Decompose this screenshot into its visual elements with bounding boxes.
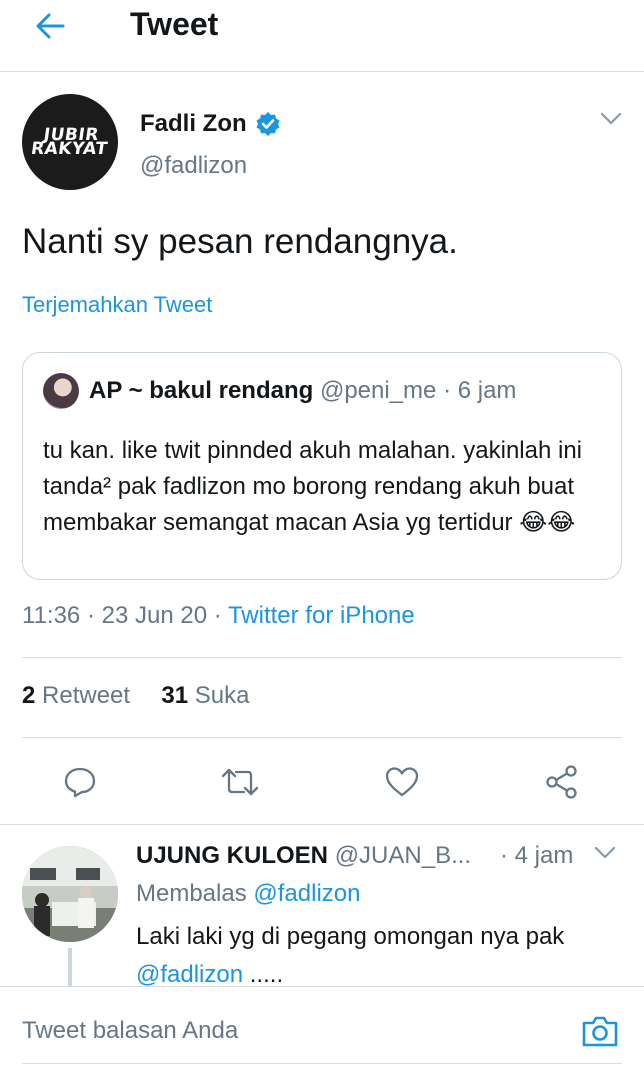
quoted-text: tu kan. like twit pinnded akuh malahan. … [43, 437, 582, 536]
page-title: Tweet [130, 6, 219, 42]
composer-underline [22, 1063, 622, 1064]
quoted-time: · 6 jam [443, 377, 517, 404]
reply-composer: Tweet balasan Anda [0, 986, 644, 1075]
divider [22, 737, 622, 738]
translate-link[interactable]: Terjemahkan Tweet [22, 292, 212, 318]
reply-mention[interactable]: @fadlizon [136, 961, 243, 988]
tweet-stats: 2 Retweet 31 Suka [22, 682, 250, 710]
author-avatar[interactable]: JUBIR RAKYAT [22, 94, 118, 190]
camera-icon [582, 1016, 618, 1047]
reply-menu-button[interactable] [594, 846, 616, 865]
reply-icon [64, 767, 96, 798]
quoted-header: AP ~ bakul rendang @peni_me · 6 jam [89, 377, 516, 405]
author-name: Fadli Zon [140, 110, 247, 137]
retweet-icon [221, 768, 259, 796]
quoted-tweet[interactable]: AP ~ bakul rendang @peni_me · 6 jam tu k… [22, 352, 622, 580]
reply-time: · 4 jam [500, 842, 574, 869]
author-name-row[interactable]: Fadli Zon [140, 110, 281, 138]
back-arrow-icon [36, 13, 65, 39]
tweet-time: 11:36 [22, 602, 81, 629]
divider [22, 657, 622, 658]
like-stat[interactable]: 31 Suka [161, 682, 249, 709]
top-bar: Tweet [0, 0, 644, 72]
replying-to-mention[interactable]: @fadlizon [253, 880, 360, 907]
reply-tweet[interactable]: UJUNG KULOEN @JUAN_B... · 4 jam Membalas… [0, 826, 644, 988]
reply-text: Laki laki yg di pegang omongan nya pak @… [136, 923, 565, 988]
verified-badge-icon [256, 112, 280, 136]
retweet-stat[interactable]: 2 Retweet [22, 682, 130, 709]
reply-input[interactable]: Tweet balasan Anda [22, 1017, 238, 1045]
like-icon [385, 767, 419, 797]
camera-button[interactable] [580, 1013, 620, 1054]
tweet-text: Nanti sy pesan rendangnya. [22, 222, 458, 261]
chevron-down-icon [594, 846, 616, 859]
reply-name: UJUNG KULOEN [136, 842, 329, 869]
chevron-down-icon [600, 112, 622, 125]
quoted-name: AP ~ bakul rendang [89, 377, 314, 404]
reply-header: UJUNG KULOEN @JUAN_B... [136, 842, 471, 870]
retweet-button[interactable] [218, 760, 262, 804]
tweet-meta: 11:36 · 23 Jun 20 · Twitter for iPhone [22, 602, 415, 629]
replying-to: Membalas @fadlizon [136, 880, 361, 907]
action-bar [22, 760, 622, 806]
tweet-date: 23 Jun 20 [101, 602, 208, 629]
tweet-menu-button[interactable] [600, 112, 622, 131]
like-button[interactable] [380, 760, 424, 804]
share-button[interactable] [540, 760, 584, 804]
thread-line [68, 948, 72, 988]
quoted-handle: @peni_me [319, 377, 437, 404]
reply-avatar-photo [22, 846, 118, 942]
reply-button[interactable] [58, 760, 102, 804]
reply-handle: @JUAN_B... [334, 842, 472, 869]
reply-avatar[interactable] [22, 846, 118, 942]
tweet-source[interactable]: Twitter for iPhone [228, 602, 415, 629]
back-button[interactable] [28, 6, 72, 46]
divider [0, 824, 644, 825]
share-icon [546, 765, 577, 799]
avatar-logo: JUBIR RAKYAT [29, 125, 109, 159]
author-handle[interactable]: @fadlizon [140, 152, 247, 180]
quoted-avatar [43, 373, 79, 409]
